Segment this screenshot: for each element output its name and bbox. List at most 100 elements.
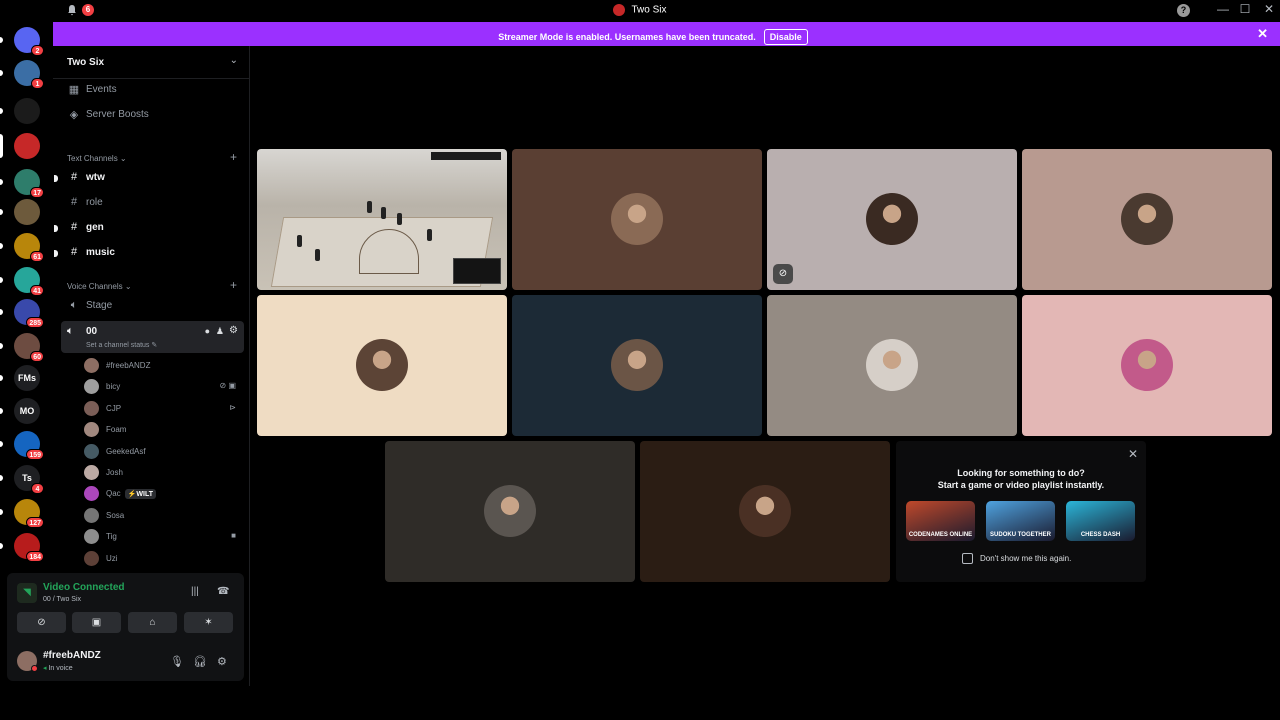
- server-icon[interactable]: 17: [14, 169, 44, 198]
- server-icon[interactable]: 41: [14, 267, 44, 296]
- disconnect-icon[interactable]: ☎: [217, 586, 229, 597]
- activity-game-card[interactable]: CODENAMES ONLINE: [906, 501, 975, 541]
- server-icon[interactable]: 60: [14, 333, 44, 362]
- settings-gear-icon[interactable]: ⚙: [217, 655, 227, 668]
- voice-user[interactable]: Uzi: [84, 549, 244, 568]
- mention-badge: 127: [26, 517, 44, 528]
- close-window-button[interactable]: ✕: [1261, 2, 1277, 16]
- add-voice-channel-icon[interactable]: +: [230, 278, 237, 292]
- channel-status[interactable]: Set a channel status ✎: [86, 341, 157, 349]
- server-header[interactable]: Two Six ⌄: [53, 46, 250, 79]
- voice-user[interactable]: Sosa: [84, 506, 244, 525]
- gear-icon[interactable]: ⚙: [229, 325, 238, 336]
- channel-music[interactable]: # music: [54, 242, 244, 264]
- channel-stage[interactable]: 🔈︎ Stage: [61, 295, 244, 317]
- channel-wtw[interactable]: # wtw: [54, 167, 244, 189]
- selected-pill: [0, 134, 3, 158]
- close-icon[interactable]: ✕: [1128, 447, 1138, 461]
- server-icon[interactable]: 127: [14, 499, 44, 528]
- channel-role[interactable]: # role: [61, 192, 244, 214]
- minimize-button[interactable]: —: [1215, 2, 1231, 16]
- channel-voice-00[interactable]: 🔈︎ 00 Set a channel status ✎ ● ♟ ⚙: [61, 321, 244, 353]
- video-tile[interactable]: [385, 441, 635, 582]
- video-tile[interactable]: [1022, 295, 1272, 436]
- avatar: [84, 400, 99, 416]
- avatar: [484, 485, 536, 537]
- dont-show-label: Don't show me this again.: [980, 554, 1072, 563]
- video-tile[interactable]: [1022, 149, 1272, 290]
- globe-icon[interactable]: 1: [14, 60, 44, 89]
- video-tile[interactable]: [640, 441, 890, 582]
- window-title: Two Six: [0, 4, 1280, 16]
- video-tile[interactable]: [767, 295, 1017, 436]
- video-tile[interactable]: [512, 149, 762, 290]
- voice-panel: ◥ Video Connected 00 / Two Six ||| ☎ ⊘ ▣…: [7, 573, 244, 681]
- server-icon[interactable]: Ts 4: [14, 465, 44, 494]
- server-icon: [613, 4, 626, 16]
- server-icon[interactable]: 159: [14, 431, 44, 460]
- activity-game-card[interactable]: SUDOKU TOGETHER: [986, 501, 1055, 541]
- server-icon[interactable]: 285: [14, 299, 44, 328]
- activity-button[interactable]: ⌂: [128, 612, 177, 633]
- server-icon[interactable]: FMs: [14, 365, 40, 391]
- sidebar-item-server-boosts[interactable]: ◈ Server Boosts: [61, 104, 244, 126]
- avatar: [611, 193, 663, 245]
- player-figure: [427, 229, 432, 241]
- voice-user-name: GeekedAsf: [106, 446, 146, 456]
- server-icon[interactable]: 184: [14, 533, 44, 562]
- voice-user[interactable]: Tig ■: [84, 527, 244, 546]
- help-icon[interactable]: ?: [1177, 4, 1190, 17]
- voice-user[interactable]: GeekedAsf: [84, 442, 244, 461]
- voice-user[interactable]: Josh: [84, 463, 244, 482]
- server-icon[interactable]: 61: [14, 233, 44, 262]
- sidebar-item-events[interactable]: ▦ Events: [61, 79, 244, 101]
- player-figure: [367, 201, 372, 213]
- maximize-button[interactable]: ☐: [1237, 2, 1253, 16]
- noise-suppression-icon[interactable]: |||: [191, 586, 199, 597]
- server-icon[interactable]: MO: [14, 398, 40, 424]
- screen-share-button[interactable]: ▣: [72, 612, 121, 633]
- gta-icon[interactable]: [14, 98, 40, 124]
- video-tile[interactable]: ⊘: [767, 149, 1017, 290]
- avatar: [739, 485, 791, 537]
- video-tile[interactable]: [257, 295, 507, 436]
- banner-close-icon[interactable]: ✕: [1257, 26, 1268, 42]
- video-tile[interactable]: [512, 295, 762, 436]
- invite-icon[interactable]: ♟: [216, 326, 224, 337]
- chat-icon[interactable]: ●: [205, 326, 210, 336]
- window-title-text: Two Six: [631, 4, 667, 16]
- text-channels-category[interactable]: Text Channels ⌄: [67, 154, 127, 163]
- voice-status[interactable]: Video Connected: [43, 582, 125, 593]
- signal-icon[interactable]: ◥: [17, 583, 37, 603]
- add-text-channel-icon[interactable]: +: [230, 150, 237, 164]
- voice-state-icon: ⊘ ▣: [219, 381, 236, 391]
- channel-label: role: [86, 197, 103, 208]
- avatar: [84, 443, 99, 459]
- voice-user[interactable]: CJP ⊳: [84, 399, 244, 418]
- user-status-text: In voice: [48, 665, 73, 672]
- voice-user[interactable]: bicy ⊘ ▣: [84, 377, 244, 396]
- dont-show-checkbox[interactable]: [962, 553, 973, 564]
- soundboard-button[interactable]: ✶: [184, 612, 233, 633]
- voice-user-name: Tig: [106, 532, 117, 542]
- unread-pill: [0, 243, 3, 249]
- chevron-down-icon[interactable]: ⌄: [230, 55, 238, 66]
- disable-streamer-button[interactable]: Disable: [763, 29, 808, 45]
- unread-pill: [0, 209, 3, 215]
- voice-channels-category[interactable]: Voice Channels ⌄: [67, 282, 132, 291]
- voice-user[interactable]: Qac ⚡WILT: [84, 484, 244, 503]
- gamepad-icon: ⌂: [149, 617, 156, 628]
- server-icon[interactable]: [14, 199, 40, 225]
- headphones-icon[interactable]: 🎧︎: [193, 655, 207, 668]
- voice-user[interactable]: #freebANDZ: [84, 356, 244, 375]
- activity-game-card[interactable]: CHESS DASH: [1066, 501, 1135, 541]
- video-tile-screenshare[interactable]: [257, 149, 507, 290]
- camera-button[interactable]: ⊘: [17, 612, 66, 633]
- speaker-icon: 🔈︎: [67, 325, 74, 337]
- voice-user[interactable]: Foam: [84, 420, 244, 439]
- two-six-icon[interactable]: [14, 133, 40, 159]
- hash-icon: #: [70, 221, 78, 233]
- discord-icon[interactable]: 2: [14, 27, 44, 56]
- microphone-icon[interactable]: 🎙︎: [170, 655, 184, 668]
- channel-gen[interactable]: # gen: [54, 217, 244, 239]
